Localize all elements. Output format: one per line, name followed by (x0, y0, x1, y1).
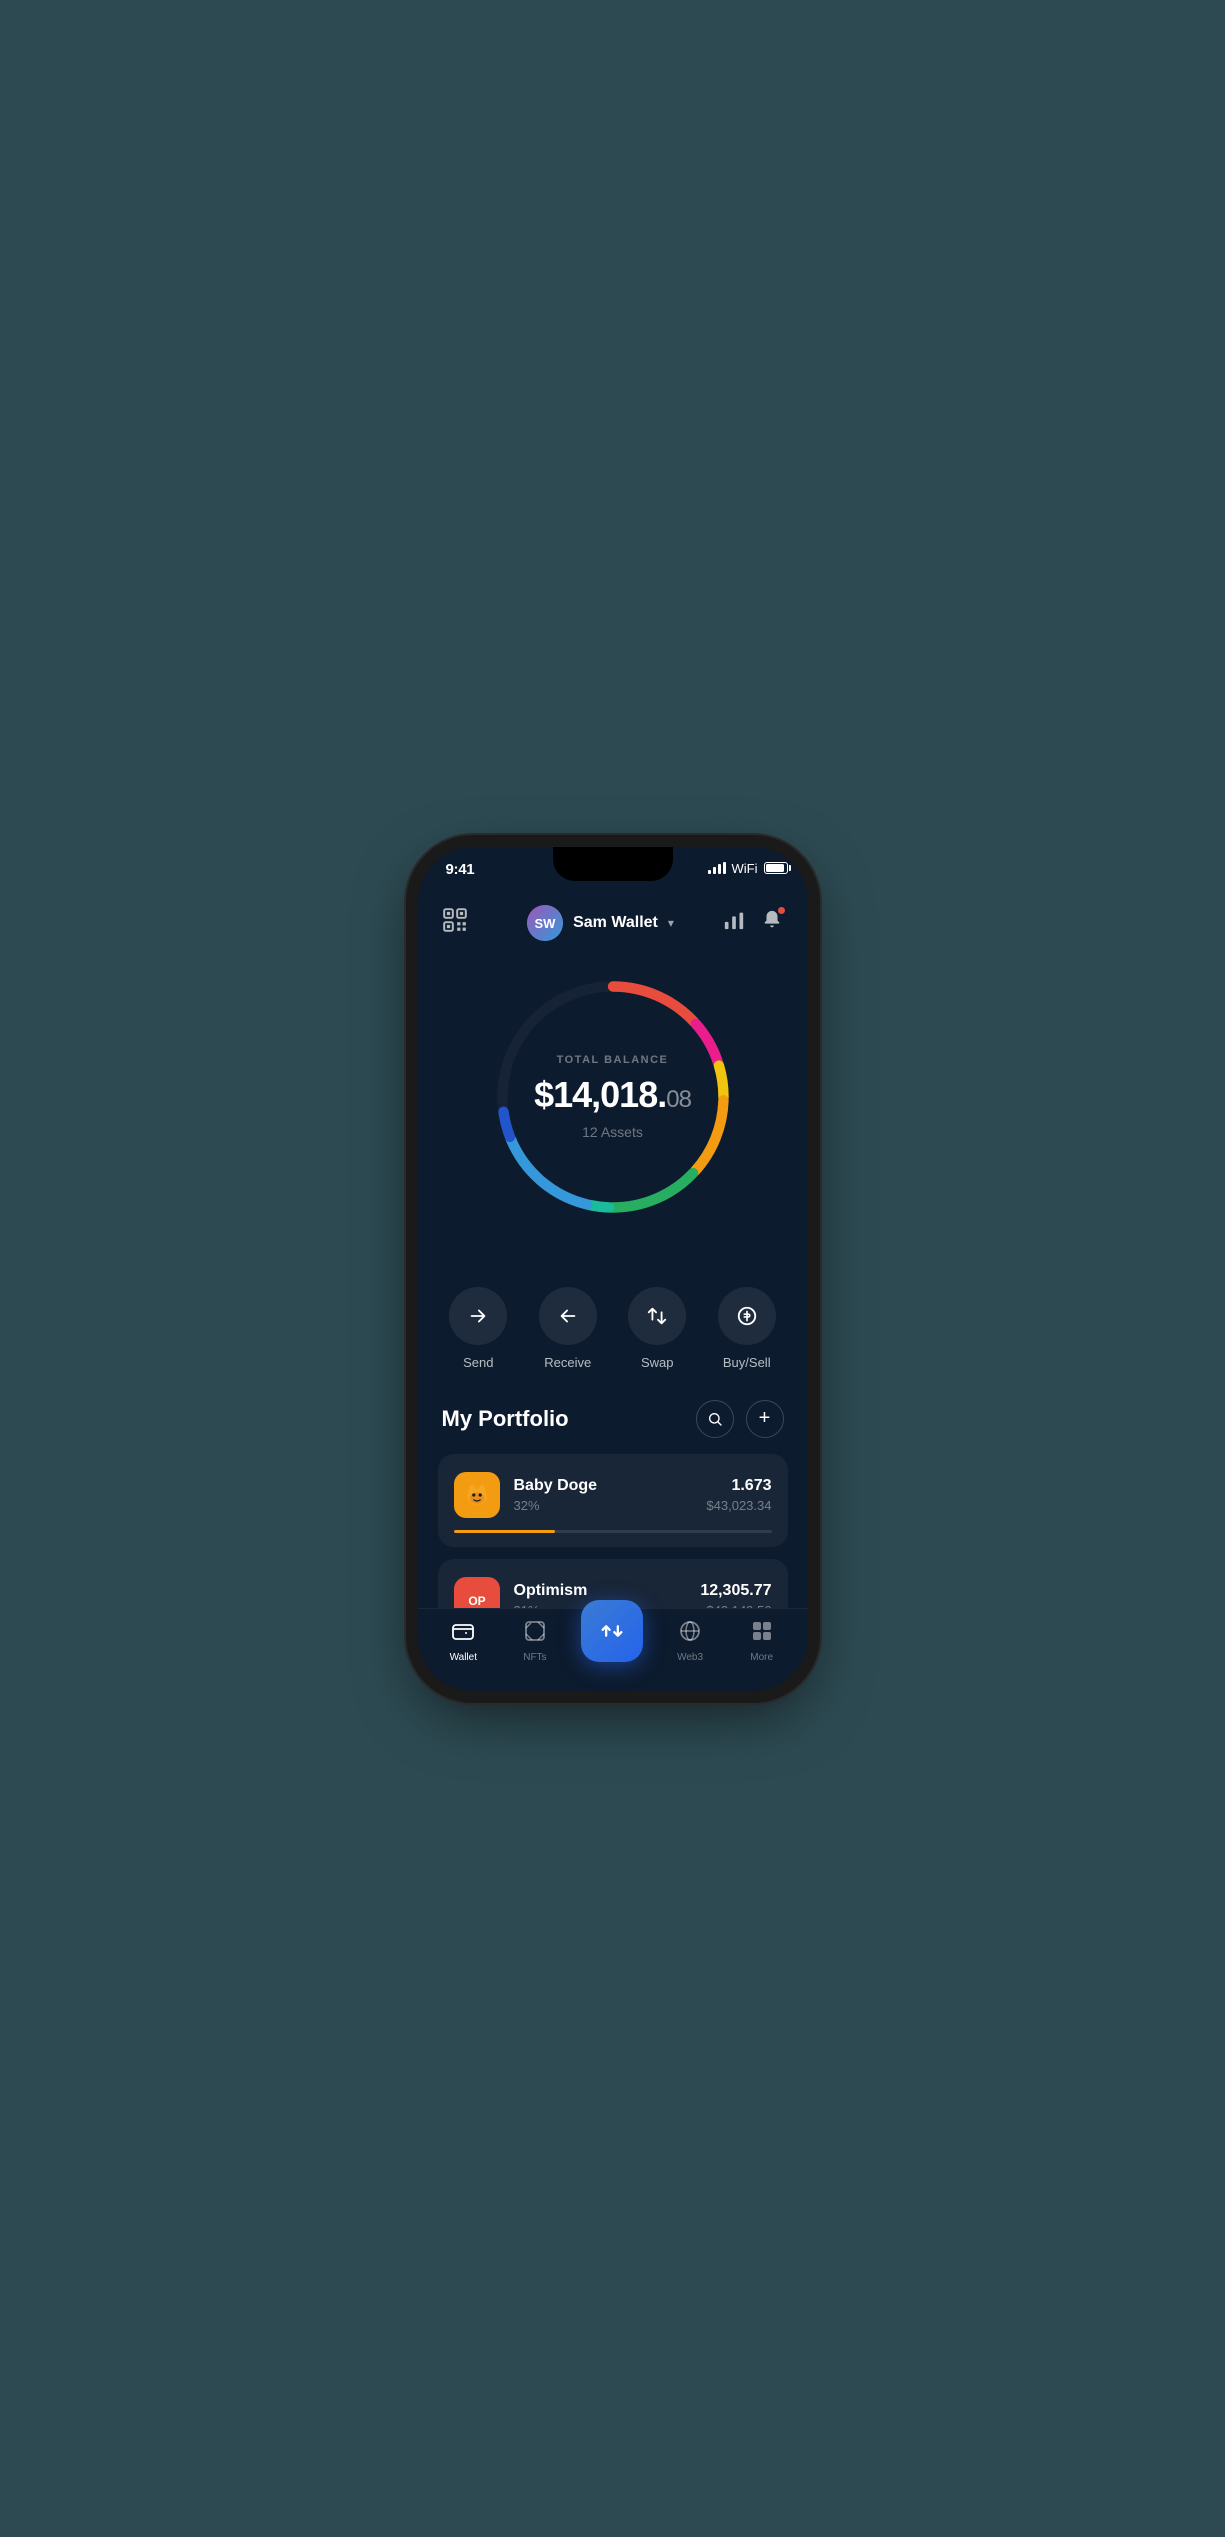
bottom-nav: Wallet NFTs (418, 1608, 808, 1691)
optimism-amount: 12,305.77 (700, 1582, 771, 1600)
swap-label: Swap (641, 1355, 674, 1370)
baby-doge-values: 1.673 $43,023.34 (706, 1477, 771, 1513)
balance-cents: 08 (666, 1086, 691, 1113)
more-nav-label: More (750, 1652, 773, 1663)
nfts-nav-icon (523, 1619, 547, 1648)
center-action-button[interactable] (581, 1600, 643, 1662)
chart-icon[interactable] (723, 909, 745, 936)
bell-icon[interactable] (761, 918, 783, 935)
signal-bars-icon (708, 862, 726, 874)
balance-amount: $14,018.08 (534, 1074, 691, 1116)
svg-text:SW: SW (535, 916, 557, 931)
send-button[interactable] (449, 1287, 507, 1345)
balance-overlay: TOTAL BALANCE $14,018.08 12 Assets (534, 1054, 691, 1140)
balance-assets-count: 12 Assets (534, 1124, 691, 1140)
send-label: Send (463, 1355, 493, 1370)
bell-wrapper (761, 909, 783, 936)
swap-action[interactable]: Swap (628, 1287, 686, 1370)
add-asset-button[interactable]: + (746, 1400, 784, 1438)
baby-doge-usd: $43,023.34 (706, 1498, 771, 1513)
baby-doge-logo (454, 1472, 500, 1518)
asset-row-baby-doge: Baby Doge 32% 1.673 $43,023.34 (454, 1472, 772, 1518)
donut-chart: TOTAL BALANCE $14,018.08 12 Assets (483, 967, 743, 1227)
nav-item-more[interactable]: More (737, 1619, 787, 1663)
chevron-down-icon: ▾ (668, 916, 674, 930)
buysell-action[interactable]: Buy/Sell (718, 1287, 776, 1370)
notification-dot (777, 906, 786, 915)
web3-nav-icon (678, 1619, 702, 1648)
baby-doge-percent: 32% (514, 1498, 693, 1513)
portfolio-title: My Portfolio (442, 1406, 569, 1432)
search-button[interactable] (696, 1400, 734, 1438)
portfolio-header: My Portfolio + (438, 1400, 788, 1438)
balance-label: TOTAL BALANCE (534, 1054, 691, 1066)
balance-section: TOTAL BALANCE $14,018.08 12 Assets (418, 957, 808, 1277)
nav-item-web3[interactable]: Web3 (665, 1619, 715, 1663)
header-left (442, 907, 478, 939)
buysell-button[interactable] (718, 1287, 776, 1345)
screen: 9:41 WiFi (418, 847, 808, 1691)
asset-card-baby-doge[interactable]: Baby Doge 32% 1.673 $43,023.34 (438, 1454, 788, 1547)
nav-item-wallet[interactable]: Wallet (438, 1619, 488, 1663)
status-time: 9:41 (446, 861, 475, 878)
wallet-nav-label: Wallet (450, 1652, 477, 1663)
send-action[interactable]: Send (449, 1287, 507, 1370)
status-icons: WiFi (708, 861, 788, 876)
notch (553, 847, 673, 881)
qr-icon[interactable] (442, 913, 468, 938)
buysell-label: Buy/Sell (723, 1355, 771, 1370)
baby-doge-info: Baby Doge 32% (514, 1477, 693, 1513)
baby-doge-amount: 1.673 (706, 1477, 771, 1495)
portfolio-header-actions: + (696, 1400, 784, 1438)
action-buttons: Send Receive Swap (418, 1277, 808, 1400)
baby-doge-name: Baby Doge (514, 1477, 693, 1495)
avatar: SW (527, 905, 563, 941)
receive-button[interactable] (539, 1287, 597, 1345)
more-nav-icon (750, 1619, 774, 1648)
phone-frame: 9:41 WiFi (418, 847, 808, 1691)
battery-icon (764, 862, 788, 874)
baby-doge-progress-bar (454, 1530, 556, 1533)
header-right (723, 909, 783, 936)
nfts-nav-label: NFTs (523, 1652, 546, 1663)
wallet-nav-icon (451, 1619, 475, 1648)
wifi-icon: WiFi (732, 861, 758, 876)
svg-text:OP: OP (468, 1593, 485, 1607)
receive-label: Receive (544, 1355, 591, 1370)
wallet-name-label: Sam Wallet (573, 914, 658, 932)
optimism-name: Optimism (514, 1582, 687, 1600)
balance-main: $14,018. (534, 1074, 666, 1115)
swap-button[interactable] (628, 1287, 686, 1345)
wallet-selector[interactable]: SW Sam Wallet ▾ (527, 905, 674, 941)
nav-item-nfts[interactable]: NFTs (510, 1619, 560, 1663)
web3-nav-label: Web3 (677, 1652, 703, 1663)
baby-doge-progress-container (454, 1530, 772, 1533)
receive-action[interactable]: Receive (539, 1287, 597, 1370)
